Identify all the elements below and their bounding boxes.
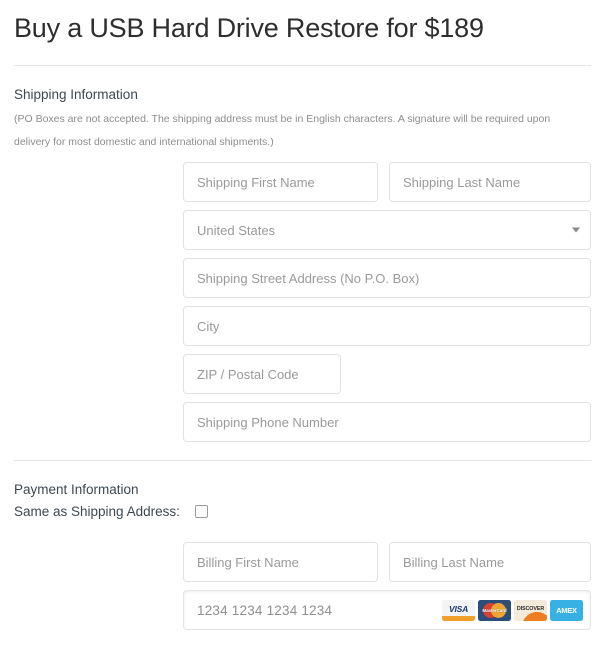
mastercard-card-label: MasterCard [482,607,507,613]
shipping-information-heading: Shipping Information [14,87,138,102]
shipping-last-name-input[interactable] [389,162,591,202]
same-as-shipping-label: Same as Shipping Address: [14,504,180,519]
card-number-field[interactable]: 1234 1234 1234 1234 VISA MasterCard DISC… [183,590,591,630]
visa-stripe [442,615,475,621]
checkout-page: Buy a USB Hard Drive Restore for $189 Sh… [0,0,605,667]
shipping-street-row [14,258,591,298]
shipping-country-row: United States [14,210,591,250]
payment-form: 1234 1234 1234 1234 VISA MasterCard DISC… [14,542,591,630]
billing-first-name-input[interactable] [183,542,378,582]
payment-information-heading: Payment Information [14,482,139,497]
shipping-zip-input[interactable] [183,354,341,394]
amex-card-icon: AMEX [550,599,583,621]
same-as-shipping-checkbox[interactable] [194,505,208,518]
shipping-street-address-input[interactable] [183,258,591,298]
shipping-city-row [14,306,591,346]
shipping-zip-row [14,354,591,394]
visa-card-icon: VISA [442,599,475,621]
shipping-first-name-input[interactable] [183,162,378,202]
billing-last-name-input[interactable] [389,542,591,582]
shipping-phone-input[interactable] [183,402,591,442]
card-number-row: 1234 1234 1234 1234 VISA MasterCard DISC… [14,590,591,630]
shipping-name-row [14,162,591,202]
shipping-form: United States [14,162,591,442]
discover-card-label: DISCOVER [516,605,545,612]
billing-name-row [14,542,591,582]
shipping-country-value[interactable]: United States [183,210,591,250]
visa-card-label: VISA [448,603,469,614]
shipping-phone-row [14,402,591,442]
accepted-card-brands: VISA MasterCard DISCOVER AMEX [442,599,586,621]
shipping-note: (PO Boxes are not accepted. The shipping… [14,113,551,148]
amex-card-label: AMEX [556,605,577,615]
discover-card-icon: DISCOVER [514,599,547,621]
page-title: Buy a USB Hard Drive Restore for $189 [14,13,484,43]
same-as-shipping-row[interactable]: Same as Shipping Address: [14,503,591,520]
card-number-placeholder: 1234 1234 1234 1234 [197,602,333,618]
shipping-country-select[interactable]: United States [183,210,591,250]
chevron-down-icon [572,227,580,233]
shipping-city-input[interactable] [183,306,591,346]
mastercard-card-icon: MasterCard [478,599,511,621]
